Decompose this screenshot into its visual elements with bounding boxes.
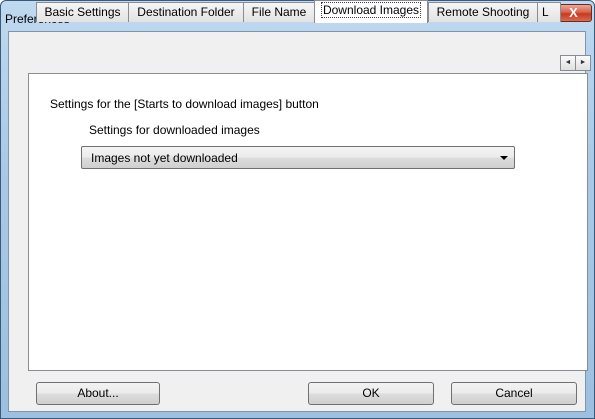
tab-label: L xyxy=(542,5,549,19)
tab-remote-shooting[interactable]: Remote Shooting xyxy=(428,2,538,22)
ok-button[interactable]: OK xyxy=(308,382,434,405)
tab-label: Remote Shooting xyxy=(436,5,530,19)
tab-label: Basic Settings xyxy=(44,5,121,19)
tab-panel-download-images xyxy=(28,73,588,371)
tab-download-images[interactable]: Download Images xyxy=(314,0,428,23)
tab-label: Destination Folder xyxy=(137,5,235,19)
chevron-right-icon: ► xyxy=(579,59,587,66)
tab-label: Download Images xyxy=(320,2,422,18)
chevron-down-icon xyxy=(500,156,508,160)
dropdown-selected-value: Images not yet downloaded xyxy=(91,151,238,165)
download-settings-heading: Settings for the [Starts to download ima… xyxy=(50,97,319,111)
tab-destination-folder[interactable]: Destination Folder xyxy=(128,2,244,22)
download-images-select[interactable]: Images not yet downloaded xyxy=(81,146,515,169)
close-icon: X xyxy=(569,5,578,20)
tab-file-name[interactable]: File Name xyxy=(243,2,315,22)
chevron-left-icon: ◄ xyxy=(564,59,572,66)
cancel-button[interactable]: Cancel xyxy=(451,382,577,405)
about-button[interactable]: About... xyxy=(36,382,160,405)
tab-scroll-right-button[interactable]: ► xyxy=(575,55,591,71)
tab-truncated[interactable]: L xyxy=(537,2,561,22)
tab-basic-settings[interactable]: Basic Settings xyxy=(36,2,129,22)
tab-scroll-left-button[interactable]: ◄ xyxy=(560,55,576,71)
tab-label: File Name xyxy=(251,5,307,19)
downloaded-images-label: Settings for downloaded images xyxy=(89,123,260,137)
